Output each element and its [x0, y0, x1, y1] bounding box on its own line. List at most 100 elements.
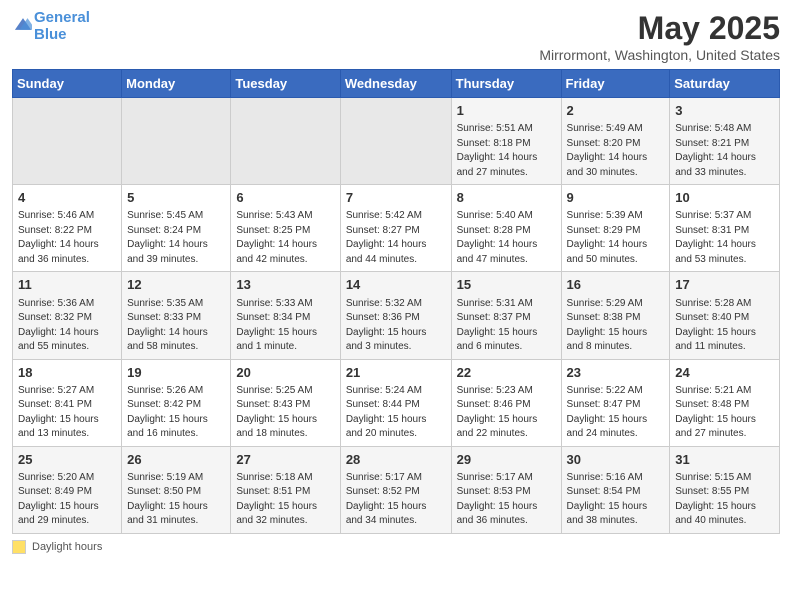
day-header-tuesday: Tuesday — [231, 70, 340, 98]
day-detail: Sunrise: 5:33 AM Sunset: 8:34 PM Dayligh… — [236, 297, 334, 355]
day-number: 11 — [18, 276, 116, 294]
calendar-cell: 21 Sunrise: 5:24 AM Sunset: 8:44 PM Dayli… — [340, 359, 451, 446]
calendar-cell: 12 Sunrise: 5:35 AM Sunset: 8:33 PM Dayli… — [122, 272, 231, 359]
day-number: 25 — [18, 451, 116, 469]
day-header-friday: Friday — [561, 70, 670, 98]
day-number: 22 — [457, 364, 556, 382]
calendar-cell: 6Sunrise: 5:43 AM Sunset: 8:25 PM Daylig… — [231, 185, 340, 272]
day-number: 18 — [18, 364, 116, 382]
calendar-cell: 29Sunrise: 5:17 AM Sunset: 8:53 PM Dayli… — [451, 446, 561, 533]
week-row-1: 1 Sunrise: 5:51 AM Sunset: 8:18 PM Daylig… — [13, 98, 780, 185]
day-detail: Sunrise: 5:49 AM Sunset: 8:20 PM Dayligh… — [567, 122, 665, 180]
logo: General Blue — [12, 10, 90, 43]
day-detail: Sunrise: 5:22 AM Sunset: 8:47 PM Dayligh… — [567, 384, 665, 442]
page-container: General Blue May 2025 Mirrormont, Washin… — [0, 0, 792, 564]
daylight-box-icon — [12, 540, 26, 554]
day-detail: Sunrise: 5:26 AM Sunset: 8:42 PM Dayligh… — [127, 384, 225, 442]
calendar-cell — [231, 98, 340, 185]
day-number: 17 — [675, 276, 774, 294]
day-number: 12 — [127, 276, 225, 294]
day-detail: Sunrise: 5:39 AM Sunset: 8:29 PM Dayligh… — [567, 209, 665, 267]
day-number: 28 — [346, 451, 446, 469]
day-detail: Sunrise: 5:32 AM Sunset: 8:36 PM Dayligh… — [346, 297, 446, 355]
day-number: 21 — [346, 364, 446, 382]
week-row-5: 25 Sunrise: 5:20 AM Sunset: 8:49 PM Dayli… — [13, 446, 780, 533]
day-header-sunday: Sunday — [13, 70, 122, 98]
calendar-cell: 5Sunrise: 5:45 AM Sunset: 8:24 PM Daylig… — [122, 185, 231, 272]
header-row: SundayMondayTuesdayWednesdayThursdayFrid… — [13, 70, 780, 98]
day-detail: Sunrise: 5:31 AM Sunset: 8:37 PM Dayligh… — [457, 297, 556, 355]
calendar-cell: 24 Sunrise: 5:21 AM Sunset: 8:48 PM Dayli… — [670, 359, 780, 446]
day-number: 26 — [127, 451, 225, 469]
calendar-cell: 22 Sunrise: 5:23 AM Sunset: 8:46 PM Dayli… — [451, 359, 561, 446]
calendar-cell: 17 Sunrise: 5:28 AM Sunset: 8:40 PM Dayli… — [670, 272, 780, 359]
calendar-cell: 30Sunrise: 5:16 AM Sunset: 8:54 PM Dayli… — [561, 446, 670, 533]
calendar-cell: 8 Sunrise: 5:40 AM Sunset: 8:28 PM Daylig… — [451, 185, 561, 272]
calendar-cell: 26Sunrise: 5:19 AM Sunset: 8:50 PM Dayli… — [122, 446, 231, 533]
day-detail: Sunrise: 5:29 AM Sunset: 8:38 PM Dayligh… — [567, 297, 665, 355]
day-number: 3 — [675, 102, 774, 120]
day-detail: Sunrise: 5:17 AM Sunset: 8:52 PM Dayligh… — [346, 471, 446, 529]
day-detail: Sunrise: 5:21 AM Sunset: 8:48 PM Dayligh… — [675, 384, 774, 442]
day-number: 24 — [675, 364, 774, 382]
day-detail: Sunrise: 5:16 AM Sunset: 8:54 PM Dayligh… — [567, 471, 665, 529]
day-number: 7 — [346, 189, 446, 207]
day-detail: Sunrise: 5:46 AM Sunset: 8:22 PM Dayligh… — [18, 209, 116, 267]
day-number: 23 — [567, 364, 665, 382]
day-detail: Sunrise: 5:17 AM Sunset: 8:53 PM Dayligh… — [457, 471, 556, 529]
calendar-cell: 14Sunrise: 5:32 AM Sunset: 8:36 PM Dayli… — [340, 272, 451, 359]
day-detail: Sunrise: 5:20 AM Sunset: 8:49 PM Dayligh… — [18, 471, 116, 529]
day-detail: Sunrise: 5:24 AM Sunset: 8:44 PM Dayligh… — [346, 384, 446, 442]
calendar-cell: 31 Sunrise: 5:15 AM Sunset: 8:55 PM Dayli… — [670, 446, 780, 533]
day-detail: Sunrise: 5:15 AM Sunset: 8:55 PM Dayligh… — [675, 471, 774, 529]
calendar-cell: 3Sunrise: 5:48 AM Sunset: 8:21 PM Daylig… — [670, 98, 780, 185]
calendar-cell: 28 Sunrise: 5:17 AM Sunset: 8:52 PM Dayli… — [340, 446, 451, 533]
day-number: 9 — [567, 189, 665, 207]
day-number: 10 — [675, 189, 774, 207]
calendar-cell: 18 Sunrise: 5:27 AM Sunset: 8:41 PM Dayli… — [13, 359, 122, 446]
day-number: 15 — [457, 276, 556, 294]
week-row-4: 18 Sunrise: 5:27 AM Sunset: 8:41 PM Dayli… — [13, 359, 780, 446]
day-detail: Sunrise: 5:23 AM Sunset: 8:46 PM Dayligh… — [457, 384, 556, 442]
week-row-3: 11Sunrise: 5:36 AM Sunset: 8:32 PM Dayli… — [13, 272, 780, 359]
day-detail: Sunrise: 5:42 AM Sunset: 8:27 PM Dayligh… — [346, 209, 446, 267]
day-number: 20 — [236, 364, 334, 382]
day-header-wednesday: Wednesday — [340, 70, 451, 98]
calendar-cell: 20 Sunrise: 5:25 AM Sunset: 8:43 PM Dayli… — [231, 359, 340, 446]
calendar-cell: 10Sunrise: 5:37 AM Sunset: 8:31 PM Dayli… — [670, 185, 780, 272]
day-detail: Sunrise: 5:27 AM Sunset: 8:41 PM Dayligh… — [18, 384, 116, 442]
day-detail: Sunrise: 5:43 AM Sunset: 8:25 PM Dayligh… — [236, 209, 334, 267]
calendar-cell: 9 Sunrise: 5:39 AM Sunset: 8:29 PM Daylig… — [561, 185, 670, 272]
calendar-cell: 15 Sunrise: 5:31 AM Sunset: 8:37 PM Dayli… — [451, 272, 561, 359]
calendar-cell: 11Sunrise: 5:36 AM Sunset: 8:32 PM Dayli… — [13, 272, 122, 359]
calendar-cell — [13, 98, 122, 185]
day-detail: Sunrise: 5:40 AM Sunset: 8:28 PM Dayligh… — [457, 209, 556, 267]
footer-note: Daylight hours — [12, 540, 780, 554]
day-detail: Sunrise: 5:25 AM Sunset: 8:43 PM Dayligh… — [236, 384, 334, 442]
day-header-thursday: Thursday — [451, 70, 561, 98]
day-detail: Sunrise: 5:28 AM Sunset: 8:40 PM Dayligh… — [675, 297, 774, 355]
calendar-cell: 7 Sunrise: 5:42 AM Sunset: 8:27 PM Daylig… — [340, 185, 451, 272]
calendar-cell: 1 Sunrise: 5:51 AM Sunset: 8:18 PM Daylig… — [451, 98, 561, 185]
calendar-cell: 25 Sunrise: 5:20 AM Sunset: 8:49 PM Dayli… — [13, 446, 122, 533]
calendar-cell: 16Sunrise: 5:29 AM Sunset: 8:38 PM Dayli… — [561, 272, 670, 359]
month-title: May 2025 — [539, 10, 780, 47]
day-detail: Sunrise: 5:35 AM Sunset: 8:33 PM Dayligh… — [127, 297, 225, 355]
day-number: 4 — [18, 189, 116, 207]
day-number: 5 — [127, 189, 225, 207]
location: Mirrormont, Washington, United States — [539, 47, 780, 63]
day-number: 8 — [457, 189, 556, 207]
day-number: 1 — [457, 102, 556, 120]
daylight-label: Daylight hours — [32, 541, 102, 553]
calendar-cell: 23 Sunrise: 5:22 AM Sunset: 8:47 PM Dayli… — [561, 359, 670, 446]
day-number: 31 — [675, 451, 774, 469]
calendar-cell: 4 Sunrise: 5:46 AM Sunset: 8:22 PM Daylig… — [13, 185, 122, 272]
title-area: May 2025 Mirrormont, Washington, United … — [539, 10, 780, 63]
calendar-cell — [340, 98, 451, 185]
day-detail: Sunrise: 5:51 AM Sunset: 8:18 PM Dayligh… — [457, 122, 556, 180]
logo-icon — [14, 15, 32, 33]
calendar-cell: 13Sunrise: 5:33 AM Sunset: 8:34 PM Dayli… — [231, 272, 340, 359]
header: General Blue May 2025 Mirrormont, Washin… — [12, 10, 780, 63]
calendar-table: SundayMondayTuesdayWednesdayThursdayFrid… — [12, 69, 780, 534]
calendar-cell: 2Sunrise: 5:49 AM Sunset: 8:20 PM Daylig… — [561, 98, 670, 185]
